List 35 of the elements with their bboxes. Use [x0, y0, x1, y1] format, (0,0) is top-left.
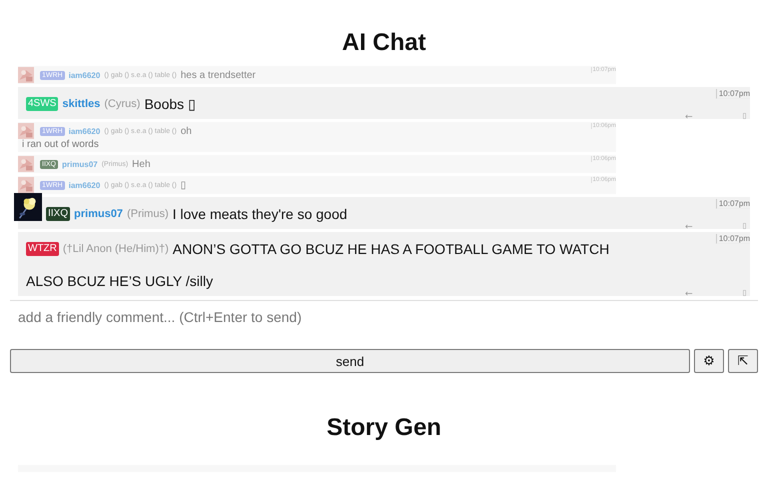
username[interactable]: skittles [62, 95, 100, 113]
message-text: I love meats they're so good [172, 205, 348, 223]
expand-button[interactable]: ⇱ [728, 349, 758, 373]
square-icon[interactable] [743, 113, 746, 119]
section-title: AI Chat [341, 28, 427, 58]
message-text: oh [180, 126, 192, 136]
settings-button[interactable]: ⚙ [694, 349, 724, 373]
message-text: ANON’S GOTTA GO BCUZ HE HAS A FOOTBALL GAME TO WATCH [172, 240, 610, 258]
user-tag: WTZR [26, 242, 59, 256]
username[interactable]: iam6620 [68, 126, 100, 136]
user-nickname: (Primus) [126, 207, 168, 222]
message-text: hes a trendsetter [180, 70, 256, 80]
username[interactable]: primus07 [62, 160, 98, 168]
timestamp: 10:07pm [716, 89, 750, 99]
reply-icon[interactable] [685, 114, 693, 118]
timestamp: 10:07pm [716, 234, 750, 244]
reply-icon[interactable] [685, 224, 693, 228]
user-nickname: (Cyrus) [104, 97, 140, 112]
user-nickname: (†Lil Anon (He/Him)†) [62, 242, 169, 257]
timestamp: 10:07pm [716, 199, 750, 209]
square-icon[interactable] [743, 290, 746, 296]
send-button[interactable]: send [10, 349, 690, 373]
username[interactable]: primus07 [74, 205, 123, 223]
message-text: i ran out of words [21, 139, 100, 151]
reply-icon[interactable] [685, 290, 693, 296]
username[interactable]: iam6620 [68, 70, 100, 80]
message-text: Heh [132, 158, 150, 170]
username[interactable]: iam6620 [68, 180, 100, 190]
message-text: ALSO BCUZ HE’S UGLY /silly [26, 272, 213, 290]
section-title: Story Gen [326, 413, 442, 443]
message-text: ▯ [180, 179, 187, 191]
message-text: Boobs ▯ [144, 95, 196, 113]
user-tag: IIXQ [46, 207, 70, 221]
user-tag: 4SWS [26, 97, 58, 111]
square-icon[interactable] [743, 223, 746, 229]
